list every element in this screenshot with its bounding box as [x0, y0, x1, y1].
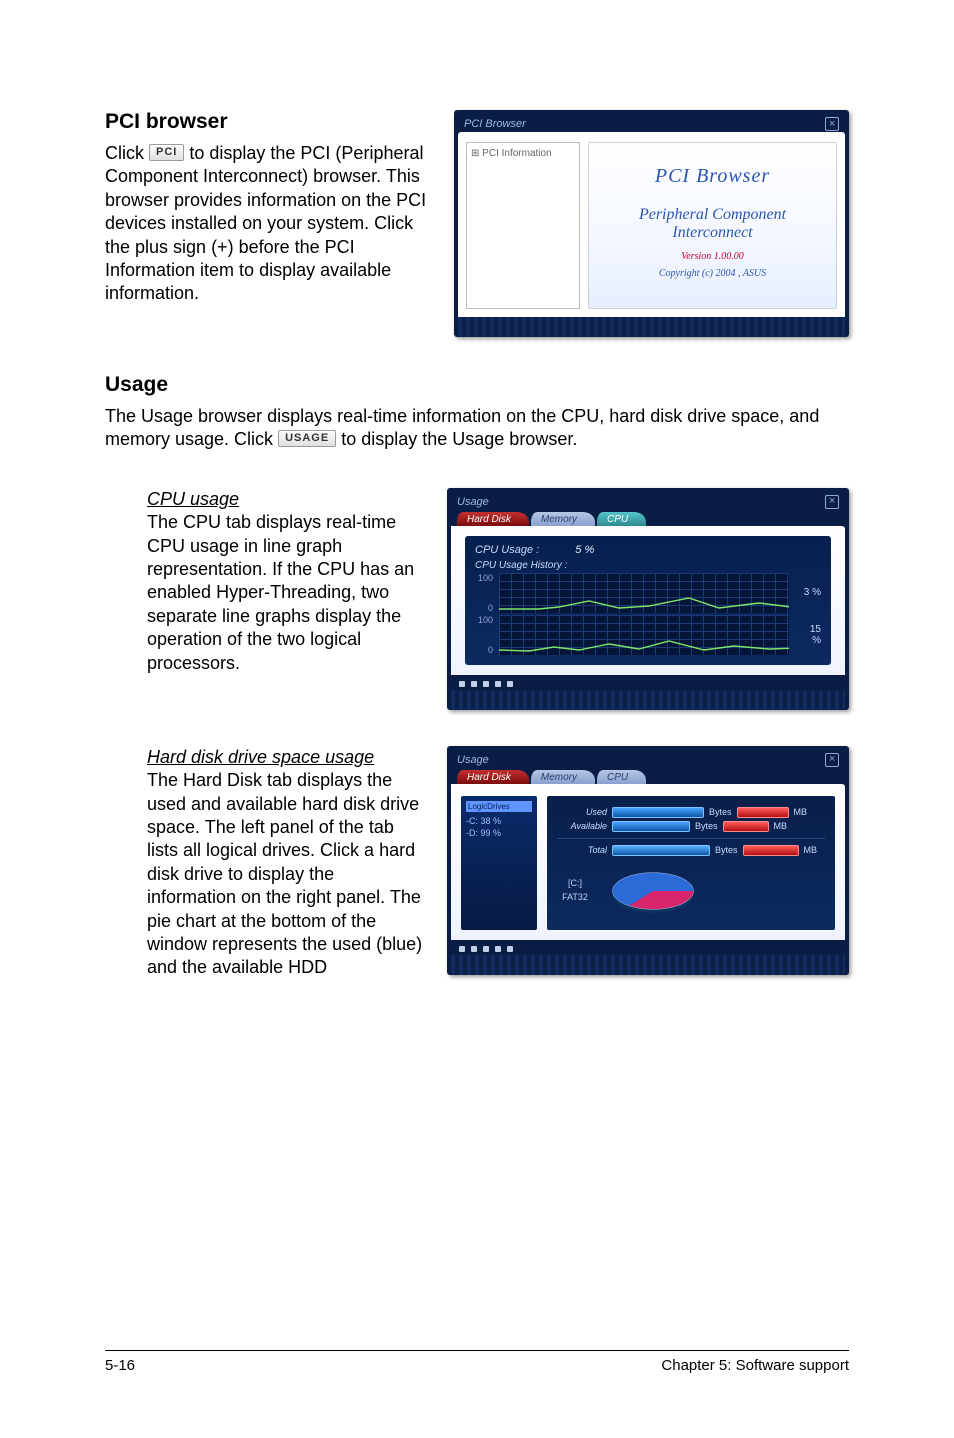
chapter-label: Chapter 5: Software support: [661, 1357, 849, 1374]
usage-hdd-window: Usage × Hard Disk Memory CPU LogicDrives…: [447, 746, 849, 975]
available-row: Available Bytes MB: [557, 821, 825, 832]
used-row: Used Bytes MB: [557, 807, 825, 818]
pci-para-suffix: to display the PCI (Peripheral Component…: [105, 143, 426, 303]
hdd-subheading: Hard disk drive space usage: [147, 746, 423, 769]
tab-cpu[interactable]: CPU: [597, 770, 646, 784]
cpu-subheading: CPU usage: [147, 488, 423, 511]
pci-version: Version 1.00.00: [681, 251, 744, 262]
usage-heading: Usage: [105, 373, 849, 397]
pci-para-prefix: Click: [105, 143, 149, 163]
pci-tree-panel[interactable]: ⊞ PCI Information: [466, 142, 580, 309]
drive-detail: Used Bytes MB Available Bytes MB: [547, 796, 835, 930]
tab-memory[interactable]: Memory: [531, 512, 595, 526]
pci-paragraph: Click PCI to display the PCI (Peripheral…: [105, 142, 430, 306]
cpu-graph-1: [499, 573, 789, 613]
drive-list-header: LogicDrives: [466, 801, 532, 812]
total-row: Total Bytes MB: [557, 845, 825, 856]
cpu-paragraph: The CPU tab displays real-time CPU usage…: [147, 511, 423, 675]
drive-row-c[interactable]: -C: 38 %: [466, 815, 532, 827]
usage-cpu-window: Usage × Hard Disk Memory CPU CPU Usage :…: [447, 488, 849, 710]
tab-cpu[interactable]: CPU: [597, 512, 646, 526]
tab-hard-disk[interactable]: Hard Disk: [457, 770, 529, 784]
pci-inline-button[interactable]: PCI: [149, 144, 184, 161]
usage-intro-suffix: to display the Usage browser.: [341, 429, 577, 449]
pie-labels: [C:] FAT32: [557, 877, 593, 904]
pie-chart: [607, 862, 699, 920]
close-icon[interactable]: ×: [825, 117, 839, 131]
cpu-graph2-pct: 15 %: [795, 624, 821, 646]
cpu-graph1-pct: 3 %: [795, 587, 821, 598]
usage-window-title: Usage: [457, 496, 489, 508]
usage-window-title-2: Usage: [457, 754, 489, 766]
pci-browser-window: PCI Browser × ⊞ PCI Information PCI Brow…: [454, 110, 849, 337]
usage-inline-button[interactable]: USAGE: [278, 430, 336, 447]
hdd-paragraph: The Hard Disk tab displays the used and …: [147, 769, 423, 980]
pci-window-title: PCI Browser: [464, 118, 526, 130]
pci-tree-item[interactable]: ⊞ PCI Information: [471, 148, 575, 159]
close-icon[interactable]: ×: [825, 753, 839, 767]
drive-list[interactable]: LogicDrives -C: 38 % -D: 99 %: [461, 796, 537, 930]
close-icon[interactable]: ×: [825, 495, 839, 509]
cpu-history-label: CPU Usage History :: [475, 560, 821, 571]
tab-memory[interactable]: Memory: [531, 770, 595, 784]
cpu-graph-2: [499, 615, 789, 655]
pci-info-panel: PCI Browser Peripheral ComponentIntercon…: [588, 142, 837, 309]
pci-heading: PCI browser: [105, 110, 430, 134]
usage-intro: The Usage browser displays real-time inf…: [105, 405, 849, 452]
cpu-usage-readout: CPU Usage : 5 %: [475, 544, 821, 556]
page-number: 5-16: [105, 1357, 135, 1374]
tab-hard-disk[interactable]: Hard Disk: [457, 512, 529, 526]
pci-copyright: Copyright (c) 2004 , ASUS: [659, 268, 766, 279]
drive-row-d[interactable]: -D: 99 %: [466, 827, 532, 839]
pci-headline: PCI Browser: [655, 165, 770, 188]
pci-subtitle: Peripheral ComponentInterconnect: [639, 206, 786, 243]
